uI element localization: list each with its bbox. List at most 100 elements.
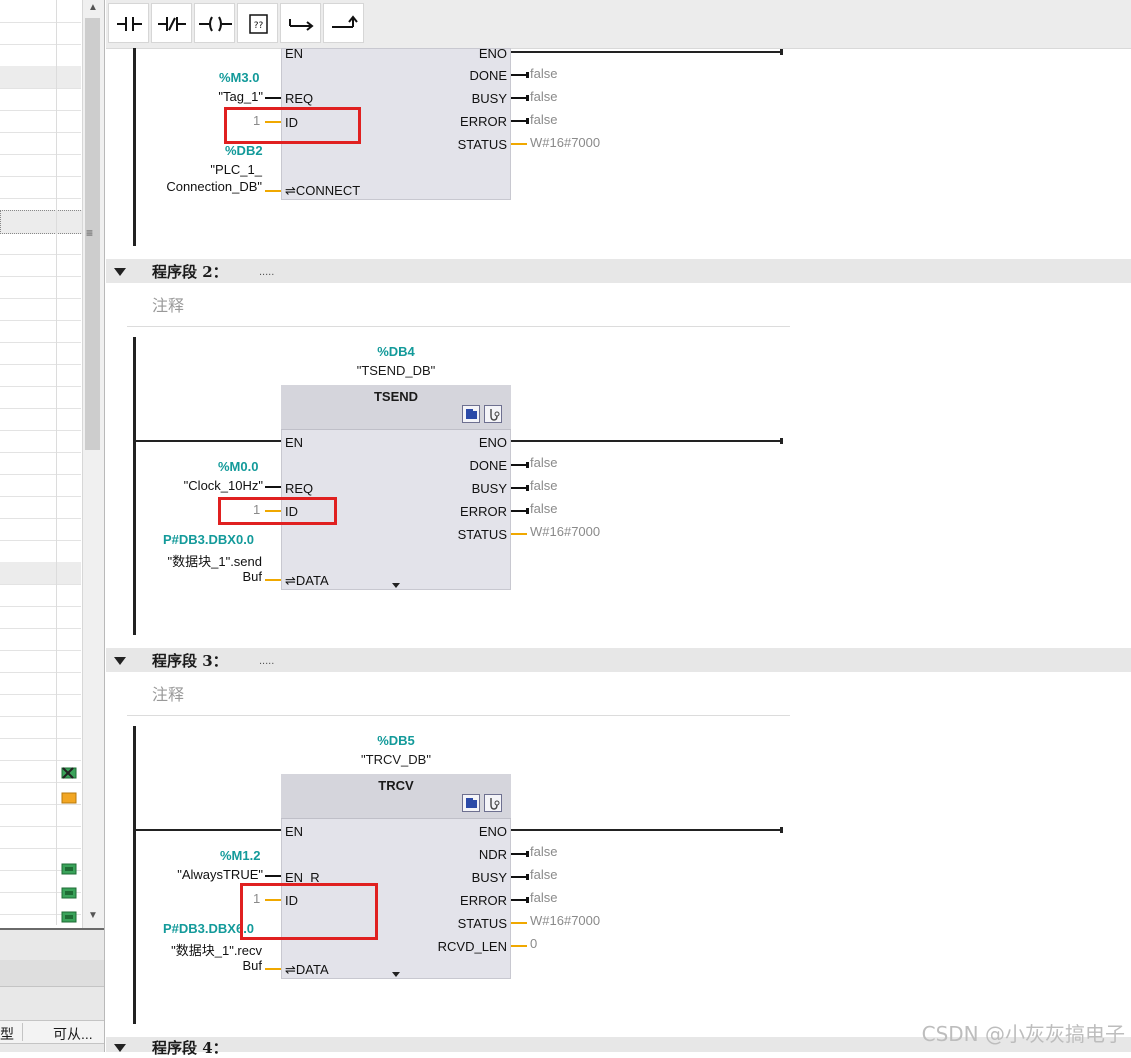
pin-en[interactable]: EN xyxy=(285,46,303,61)
pin-error[interactable]: ERROR xyxy=(460,114,507,129)
db-address-trcv[interactable]: %DB5 xyxy=(281,733,511,748)
db-address-tsend[interactable]: %DB4 xyxy=(281,344,511,359)
connect-tag-line2[interactable]: Connection_DB" xyxy=(150,179,262,194)
tree-row[interactable] xyxy=(0,496,81,519)
pin-req[interactable]: REQ xyxy=(285,481,313,496)
req-address[interactable]: %M0.0 xyxy=(218,459,258,474)
tree-row[interactable] xyxy=(0,452,81,475)
enr-address[interactable]: %M1.2 xyxy=(220,848,260,863)
pin-connect[interactable]: ⇌CONNECT xyxy=(285,183,360,199)
tree-row[interactable] xyxy=(0,672,81,695)
data-tag-line2[interactable]: Buf xyxy=(200,958,262,973)
pin-rcvd-len[interactable]: RCVD_LEN xyxy=(438,939,507,954)
tree-row[interactable] xyxy=(0,320,81,343)
tree-row[interactable] xyxy=(0,584,81,607)
tree-row[interactable] xyxy=(0,628,81,651)
tree-row[interactable] xyxy=(0,154,81,177)
tree-row[interactable] xyxy=(0,110,81,133)
pin-eno[interactable]: ENO xyxy=(479,46,507,61)
tree-row[interactable] xyxy=(0,0,81,23)
enr-tag[interactable]: "AlwaysTRUE" xyxy=(160,867,263,882)
tree-row-selected[interactable] xyxy=(0,210,83,234)
tree-row[interactable] xyxy=(0,650,81,673)
tree-row[interactable] xyxy=(0,276,81,299)
diagnostics-icon[interactable] xyxy=(484,405,502,423)
instance-db-icon[interactable] xyxy=(462,794,480,812)
comment-placeholder-2[interactable]: 注释 xyxy=(152,292,184,316)
tree-row[interactable] xyxy=(0,518,81,541)
tree-row[interactable] xyxy=(0,254,81,277)
pin-error[interactable]: ERROR xyxy=(460,504,507,519)
pin-status[interactable]: STATUS xyxy=(458,916,507,931)
connect-tag-line1[interactable]: "PLC_1_ xyxy=(180,162,262,177)
open-branch-button[interactable] xyxy=(280,3,321,43)
pin-busy[interactable]: BUSY xyxy=(472,870,507,885)
tree-row[interactable] xyxy=(0,606,81,629)
column-header-type[interactable]: 型 xyxy=(0,1024,14,1044)
pin-error[interactable]: ERROR xyxy=(460,893,507,908)
pin-en[interactable]: EN xyxy=(285,824,303,839)
empty-box-button[interactable]: ?? xyxy=(237,3,278,43)
tree-row[interactable] xyxy=(0,738,81,761)
tree-row[interactable] xyxy=(0,540,81,563)
scroll-up-button[interactable]: ▲ xyxy=(83,0,103,16)
tree-row[interactable] xyxy=(0,430,81,453)
pin-ndr[interactable]: NDR xyxy=(479,847,507,862)
comment-placeholder-3[interactable]: 注释 xyxy=(152,681,184,705)
collapse-triangle-icon[interactable] xyxy=(114,657,126,665)
connect-address[interactable]: %DB2 xyxy=(225,143,263,158)
tree-row[interactable] xyxy=(0,364,81,387)
expand-arrow-icon[interactable] xyxy=(392,972,400,977)
pin-req[interactable]: REQ xyxy=(285,91,313,106)
db-name-trcv[interactable]: "TRCV_DB" xyxy=(281,752,511,767)
tree-row[interactable] xyxy=(0,232,81,255)
data-address[interactable]: P#DB3.DBX0.0 xyxy=(163,532,254,547)
req-address[interactable]: %M3.0 xyxy=(219,70,259,85)
coil-button[interactable] xyxy=(194,3,235,43)
tree-row[interactable] xyxy=(0,826,81,849)
tree-row[interactable] xyxy=(0,694,81,717)
tree-row[interactable] xyxy=(0,44,81,67)
tree-row[interactable] xyxy=(0,386,81,409)
tree-row[interactable] xyxy=(0,88,81,111)
pin-en[interactable]: EN xyxy=(285,435,303,450)
pin-data[interactable]: ⇌DATA xyxy=(285,962,329,978)
instance-db-icon[interactable] xyxy=(462,405,480,423)
tree-row[interactable] xyxy=(0,804,81,827)
expand-arrow-icon[interactable] xyxy=(392,583,400,588)
pin-eno[interactable]: ENO xyxy=(479,435,507,450)
pin-data[interactable]: ⇌DATA xyxy=(285,573,329,589)
db-name-tsend[interactable]: "TSEND_DB" xyxy=(281,363,511,378)
tree-row[interactable] xyxy=(0,408,81,431)
tree-row[interactable] xyxy=(0,298,81,321)
diagnostics-icon[interactable] xyxy=(484,794,502,812)
tree-row[interactable] xyxy=(0,66,81,89)
tree-row[interactable] xyxy=(0,176,81,199)
pin-busy[interactable]: BUSY xyxy=(472,481,507,496)
data-tag-line2[interactable]: Buf xyxy=(200,569,262,584)
tree-row[interactable] xyxy=(0,22,81,45)
pin-status[interactable]: STATUS xyxy=(458,527,507,542)
pin-eno[interactable]: ENO xyxy=(479,824,507,839)
column-header-accessible[interactable]: 可从... xyxy=(53,1024,93,1044)
data-tag-line1[interactable]: "数据块_1".send xyxy=(140,551,263,570)
tree-row[interactable] xyxy=(0,342,81,365)
pin-done[interactable]: DONE xyxy=(469,458,507,473)
req-tag[interactable]: "Tag_1" xyxy=(195,89,263,104)
req-tag[interactable]: "Clock_10Hz" xyxy=(160,478,263,493)
collapse-triangle-icon[interactable] xyxy=(114,1044,126,1052)
segment-comment-3[interactable] xyxy=(127,679,790,716)
pin-status[interactable]: STATUS xyxy=(458,137,507,152)
nc-contact-button[interactable] xyxy=(151,3,192,43)
collapse-triangle-icon[interactable] xyxy=(114,268,126,276)
scroll-down-button[interactable]: ▼ xyxy=(83,908,103,924)
tree-row[interactable] xyxy=(0,716,81,739)
close-branch-button[interactable] xyxy=(323,3,364,43)
pin-done[interactable]: DONE xyxy=(469,68,507,83)
segment-comment-2[interactable] xyxy=(127,290,790,327)
no-contact-button[interactable] xyxy=(108,3,149,43)
tree-row[interactable] xyxy=(0,132,81,155)
tree-row[interactable] xyxy=(0,474,81,497)
data-tag-line1[interactable]: "数据块_1".recv xyxy=(140,940,262,959)
pin-busy[interactable]: BUSY xyxy=(472,91,507,106)
